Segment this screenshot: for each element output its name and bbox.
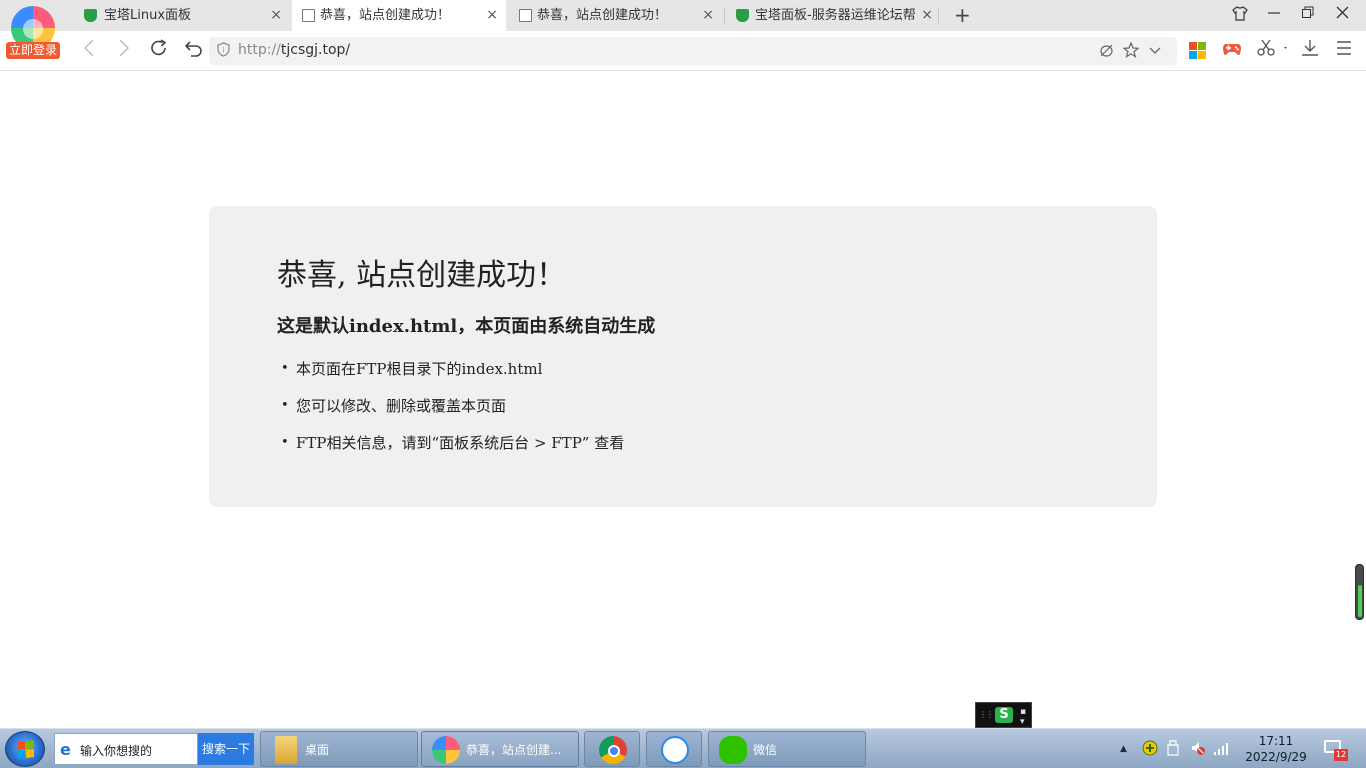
restore-icon[interactable]: [1302, 5, 1314, 23]
network-signal-icon[interactable]: [1213, 740, 1231, 760]
tab-baota-forum[interactable]: 宝塔面板-服务器运维论坛帮你 ×: [725, 0, 937, 31]
back-icon[interactable]: [82, 38, 96, 63]
game-controller-icon[interactable]: [1222, 40, 1242, 63]
taskbar-item-desktop[interactable]: 桌面: [260, 731, 418, 767]
browser-icon: [432, 736, 460, 764]
avatar[interactable]: 立即登录: [6, 6, 60, 60]
show-hidden-icons-icon[interactable]: ▲: [1120, 744, 1127, 754]
address-bar[interactable]: i http://tjcsgj.top/: [209, 37, 1177, 65]
windows-logo-icon: [17, 740, 34, 759]
input-method-bar[interactable]: ⋮⋮ S ▪ ▾: [975, 702, 1032, 728]
tab-close-icon[interactable]: ×: [270, 0, 282, 31]
undo-close-tab-icon[interactable]: [184, 38, 204, 63]
scissors-screenshot-icon[interactable]: [1257, 39, 1287, 62]
taskbar-item-browser[interactable]: 恭喜，站点创建...: [421, 731, 579, 767]
tab-separator: [938, 8, 939, 24]
usb-device-icon[interactable]: [1166, 740, 1180, 760]
ime-options-icon[interactable]: ▪ ▾: [1020, 707, 1026, 727]
new-tab-button[interactable]: +: [954, 3, 971, 27]
no-tracking-icon[interactable]: [1099, 41, 1114, 63]
bookmark-star-icon[interactable]: [1122, 41, 1140, 63]
login-badge[interactable]: 立即登录: [6, 42, 60, 59]
search-button[interactable]: 搜索一下: [198, 733, 254, 765]
list-item: FTP相关信息，请到“面板系统后台 > FTP” 查看: [277, 432, 624, 469]
sogou-ime-icon[interactable]: S: [995, 707, 1013, 723]
shirt-skin-icon[interactable]: [1232, 6, 1248, 25]
site-security-icon[interactable]: i: [217, 42, 230, 61]
page-content: 恭喜, 站点创建成功！ 这是默认index.html，本页面由系统自动生成 本页…: [0, 72, 1366, 728]
chevron-down-icon[interactable]: [1149, 41, 1161, 63]
page-title: 恭喜, 站点创建成功！: [277, 258, 567, 293]
shield-icon: [736, 9, 749, 22]
search-placeholder: 输入你想搜的: [80, 744, 153, 758]
svg-text:i: i: [223, 47, 225, 55]
tab-title: 宝塔面板-服务器运维论坛帮你: [755, 8, 915, 23]
reload-icon[interactable]: [149, 38, 169, 63]
taskbar-item-chrome[interactable]: [584, 731, 640, 767]
url-text[interactable]: http://tjcsgj.top/: [238, 42, 350, 58]
start-button[interactable]: [5, 731, 45, 767]
tab-site-created[interactable]: 恭喜，站点创建成功！ ×: [508, 0, 722, 31]
page-subtitle: 这是默认index.html，本页面由系统自动生成: [277, 316, 656, 337]
tab-close-icon[interactable]: ×: [702, 0, 714, 31]
welcome-card: 恭喜, 站点创建成功！ 这是默认index.html，本页面由系统自动生成 本页…: [209, 206, 1157, 507]
clock[interactable]: 17:11 2022/9/29: [1240, 733, 1312, 765]
chrome-icon: [599, 736, 627, 764]
tab-bar: 宝塔Linux面板 × 恭喜，站点创建成功！ × 恭喜，站点创建成功！ × 宝塔…: [0, 0, 1366, 31]
close-window-icon[interactable]: [1336, 5, 1349, 23]
apps-grid-icon[interactable]: [1189, 42, 1206, 59]
scrollbar-thumb[interactable]: [1355, 564, 1364, 620]
forward-icon[interactable]: [117, 38, 131, 63]
folder-icon: [275, 736, 297, 764]
drag-handle-icon[interactable]: ⋮⋮: [979, 710, 994, 719]
list-item: 您可以修改、删除或覆盖本页面: [277, 395, 624, 432]
tab-title: 恭喜，站点创建成功！: [537, 8, 668, 23]
menu-icon[interactable]: [1336, 39, 1352, 62]
url-protocol: http://: [238, 42, 281, 58]
taskbar-item-baidu-netdisk[interactable]: [646, 731, 702, 767]
document-icon: [302, 9, 315, 22]
shield-icon: [84, 9, 97, 22]
browser-toolbar: i http://tjcsgj.top/: [0, 31, 1366, 71]
tab-site-created-active[interactable]: 恭喜，站点创建成功！ ×: [292, 0, 506, 31]
tab-close-icon[interactable]: ×: [486, 0, 498, 31]
document-icon: [519, 9, 532, 22]
tab-close-icon[interactable]: ×: [921, 0, 933, 31]
taskbar-item-label: 恭喜，站点创建...: [466, 743, 562, 757]
security-tray-icon[interactable]: [1142, 740, 1158, 760]
ie-icon: e: [60, 740, 71, 759]
notification-count-badge: 12: [1334, 749, 1348, 761]
taskbar-item-wechat[interactable]: 微信: [708, 731, 866, 767]
download-icon[interactable]: [1301, 39, 1319, 62]
tab-baota-panel[interactable]: 宝塔Linux面板 ×: [84, 0, 290, 31]
notification-center-icon[interactable]: 12: [1324, 740, 1348, 761]
tab-title: 宝塔Linux面板: [104, 8, 192, 23]
taskbar-item-label: 桌面: [305, 743, 330, 757]
wechat-icon: [719, 736, 747, 764]
taskbar-search-input[interactable]: e 输入你想搜的: [54, 733, 198, 765]
scrollbar-indicator: [1358, 585, 1362, 617]
baidu-netdisk-icon: [661, 736, 689, 764]
minimize-icon[interactable]: [1268, 5, 1280, 23]
list-item: 本页面在FTP根目录下的index.html: [277, 358, 624, 395]
clock-time: 17:11: [1258, 734, 1294, 748]
taskbar: e 输入你想搜的 搜索一下 桌面 恭喜，站点创建... 微信 ▲ 17:11 2…: [0, 728, 1366, 768]
volume-muted-icon[interactable]: [1190, 740, 1206, 760]
clock-date: 2022/9/29: [1245, 750, 1307, 764]
taskbar-item-label: 微信: [753, 743, 778, 757]
info-list: 本页面在FTP根目录下的index.html 您可以修改、删除或覆盖本页面 FT…: [277, 358, 624, 469]
browser-logo-center: [23, 19, 43, 39]
url-host: tjcsgj.top/: [280, 42, 351, 58]
tab-title: 恭喜，站点创建成功！: [320, 8, 451, 23]
